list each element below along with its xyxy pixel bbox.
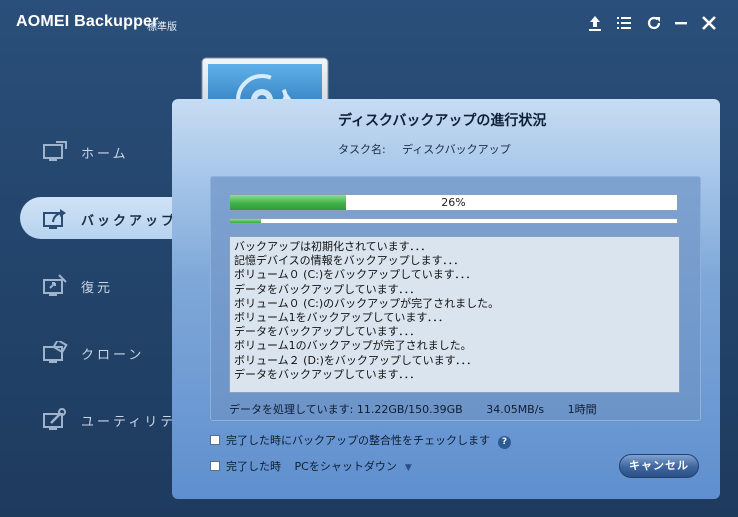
shutdown-option-label: 完了した時 bbox=[226, 460, 281, 473]
processed-amount: データを処理しています: 11.22GB/150.39GB bbox=[229, 403, 463, 416]
sidebar-item-home[interactable]: ホーム bbox=[0, 130, 172, 174]
clone-icon bbox=[42, 338, 68, 365]
app-edition: 標準版 bbox=[147, 22, 177, 33]
menu-icon[interactable] bbox=[613, 12, 635, 34]
step-progress-bar bbox=[229, 218, 678, 224]
progress-percent: 26% bbox=[441, 196, 466, 209]
verify-option[interactable]: 完了した時にバックアップの整合性をチェックします? bbox=[210, 432, 511, 449]
sidebar-item-label: バックアップ bbox=[81, 214, 178, 229]
page-title: ディスクバックアップの進行状況 bbox=[338, 113, 547, 129]
backup-stats: データを処理しています: 11.22GB/150.39GB 34.05MB/s … bbox=[229, 401, 617, 417]
transfer-speed: 34.05MB/s bbox=[486, 403, 545, 416]
utilities-icon bbox=[42, 408, 68, 432]
verify-checkbox[interactable] bbox=[210, 435, 220, 445]
log-line: ボリューム０ (C:)をバックアップしています．．． bbox=[234, 268, 477, 282]
upgrade-icon[interactable] bbox=[584, 12, 606, 34]
verify-option-label: 完了した時にバックアップの整合性をチェックします bbox=[226, 434, 490, 447]
overall-progress-bar: 26% bbox=[229, 194, 678, 211]
log-line: ボリューム1のバックアップが完了されました。 bbox=[234, 339, 472, 353]
time-remaining: 1時間 bbox=[567, 403, 597, 416]
sidebar-item-label: ホーム bbox=[81, 147, 129, 162]
shutdown-action-select[interactable]: PCをシャットダウン ▼ bbox=[295, 460, 412, 473]
sidebar-item-label: 復元 bbox=[81, 281, 114, 296]
sidebar-item-restore[interactable]: 復元 bbox=[0, 264, 172, 308]
log-line: 記憶デバイスの情報をバックアップします．．． bbox=[234, 254, 465, 268]
home-icon bbox=[42, 140, 68, 164]
sidebar-item-label: クローン bbox=[81, 348, 145, 363]
log-line: データをバックアップしています．．． bbox=[234, 325, 421, 339]
app-title: AOMEI Backupper bbox=[16, 13, 159, 30]
log-line: ボリューム２ (D:)をバックアップしています．．． bbox=[234, 353, 478, 367]
cancel-button[interactable]: キャンセル bbox=[619, 454, 699, 478]
log-line: データをバックアップしています．．． bbox=[234, 282, 421, 296]
shutdown-option[interactable]: 完了した時 PCをシャットダウン ▼ bbox=[210, 458, 412, 474]
minimize-icon[interactable] bbox=[670, 12, 692, 34]
task-name-value: ディスクバックアップ bbox=[402, 143, 511, 156]
shutdown-checkbox[interactable] bbox=[210, 461, 220, 471]
log-line: ボリューム０ (C:)のバックアップが完了されました。 bbox=[234, 296, 500, 310]
log-line: バックアップは初期化されています．．． bbox=[234, 240, 432, 253]
close-icon[interactable] bbox=[698, 12, 720, 34]
step-progress-fill bbox=[230, 219, 262, 223]
log-line: データをバックアップしています．．． bbox=[234, 367, 421, 381]
chevron-down-icon[interactable]: ▼ bbox=[405, 463, 412, 473]
task-name-label: タスク名: bbox=[338, 143, 386, 156]
shutdown-action-value: PCをシャットダウン bbox=[294, 460, 397, 473]
backup-progress-panel: ディスクバックアップの進行状況 タスク名: ディスクバックアップ 26% バック… bbox=[172, 99, 720, 499]
title-bar: AOMEI Backupper 標準版 bbox=[0, 0, 738, 46]
sidebar-item-utilities[interactable]: ユーティリティ bbox=[0, 398, 188, 442]
help-icon[interactable]: ? bbox=[498, 436, 511, 449]
sidebar-item-backup[interactable]: バックアップ bbox=[20, 197, 174, 239]
sidebar-item-clone[interactable]: クローン bbox=[0, 331, 172, 375]
app-window: AOMEI Backupper 標準版 ホーム バックアップ 復元 クローン ユ… bbox=[0, 0, 738, 517]
progress-box: 26% バックアップは初期化されています．．． 記憶デバイスの情報をバックアップし… bbox=[210, 176, 701, 421]
backup-log[interactable]: バックアップは初期化されています．．． 記憶デバイスの情報をバックアップします．．… bbox=[229, 236, 680, 393]
log-line: ボリューム1をバックアップしています．．． bbox=[234, 311, 449, 325]
refresh-icon[interactable] bbox=[643, 12, 665, 34]
restore-icon bbox=[42, 274, 68, 298]
backup-icon bbox=[42, 207, 68, 231]
